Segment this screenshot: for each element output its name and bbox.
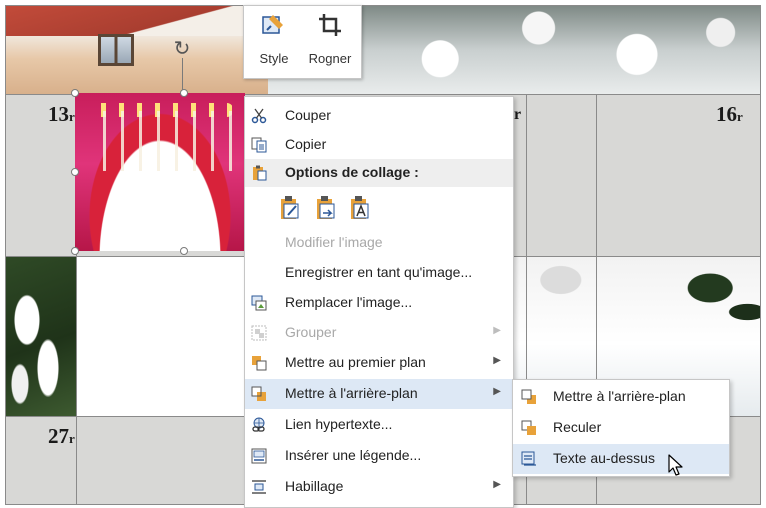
menu-item-save-as-image[interactable]: Enregistrer en tant qu'image...	[245, 258, 513, 288]
submenu-item-label: Texte au-dessus	[553, 450, 655, 466]
window-decoration	[98, 34, 134, 66]
menu-item-label: Copier	[285, 136, 327, 152]
style-label: Style	[259, 51, 289, 66]
submenu-item-behind-text[interactable]: Texte au-dessus	[513, 444, 729, 474]
candles-decoration	[95, 111, 235, 171]
resize-handle[interactable]	[180, 89, 188, 97]
resize-handle[interactable]	[71, 89, 79, 97]
menu-item-bring-to-front[interactable]: Mettre au premier plan ▶	[245, 348, 513, 378]
menu-item-label: Modifier l'image	[285, 234, 383, 250]
send-to-back-icon	[521, 389, 536, 404]
submenu-arrow-icon: ▶	[493, 325, 501, 336]
menu-item-label: Lien hypertexte...	[285, 416, 393, 432]
submenu-item-send-backward[interactable]: Reculer	[513, 413, 729, 443]
context-menu: Couper Copier Options de collage : Modif…	[244, 96, 514, 508]
paste-options-row	[279, 193, 399, 225]
menu-item-send-to-back[interactable]: Mettre à l'arrière-plan ▶	[245, 379, 513, 409]
crop-label: Rogner	[308, 51, 352, 66]
menu-item-label: Mettre à l'arrière-plan	[285, 385, 418, 401]
menu-item-label: Grouper	[285, 324, 337, 340]
crop-button[interactable]: Rogner	[302, 6, 358, 78]
submenu-item-send-to-back[interactable]: Mettre à l'arrière-plan	[513, 382, 729, 412]
paste-text-only-icon[interactable]	[349, 195, 371, 221]
picture-mini-toolbar: Style Rogner	[243, 5, 362, 79]
menu-item-label: Enregistrer en tant qu'image...	[285, 264, 473, 280]
caption-icon	[251, 448, 267, 464]
resize-handle[interactable]	[71, 247, 79, 255]
scissors-icon	[251, 108, 267, 124]
day-number: 16r	[716, 102, 743, 126]
wrap-text-icon	[252, 480, 266, 494]
style-button[interactable]: Style	[246, 6, 302, 78]
menu-item-insert-caption[interactable]: Insérer une légende...	[245, 441, 513, 471]
day-number-partial: r	[514, 106, 522, 123]
submenu-arrow-icon: ▶	[493, 386, 501, 397]
menu-item-label: Couper	[285, 107, 331, 123]
day-number: 13r	[48, 102, 75, 126]
menu-item-label: Insérer une légende...	[285, 447, 422, 463]
roof-decoration	[6, 6, 268, 36]
replace-image-icon	[251, 295, 267, 311]
paste-options-label: Options de collage :	[285, 164, 419, 180]
picture-style-icon	[262, 15, 283, 34]
copy-icon	[251, 137, 267, 153]
send-to-back-icon	[251, 386, 266, 401]
resize-handle[interactable]	[71, 168, 79, 176]
birthday-cake-image[interactable]	[75, 93, 245, 251]
menu-item-group: Grouper ▶	[245, 318, 513, 348]
send-to-back-submenu: Mettre à l'arrière-plan Reculer Texte au…	[512, 379, 730, 477]
bring-to-front-icon	[252, 356, 267, 371]
submenu-item-label: Reculer	[553, 419, 602, 435]
behind-text-icon	[521, 451, 536, 466]
submenu-arrow-icon: ▶	[493, 355, 501, 366]
submenu-item-label: Mettre à l'arrière-plan	[553, 388, 686, 404]
paste-keep-formatting-icon[interactable]	[279, 195, 301, 221]
house-photo	[6, 6, 268, 94]
menu-item-replace-image[interactable]: Remplacer l'image...	[245, 288, 513, 318]
menu-item-copy[interactable]: Copier	[245, 130, 513, 160]
menu-item-edit-image: Modifier l'image	[245, 228, 513, 258]
day-number: 27r	[48, 424, 75, 448]
group-icon	[251, 325, 267, 341]
calendar-photo-row	[6, 6, 760, 94]
mouse-pointer-icon	[668, 454, 683, 476]
crop-icon	[319, 14, 341, 36]
rotate-handle-icon[interactable]: ↻	[171, 38, 193, 60]
menu-item-label: Remplacer l'image...	[285, 294, 413, 310]
rotate-handle-stem	[182, 58, 183, 92]
paste-icon	[253, 165, 267, 181]
menu-item-hyperlink[interactable]: Lien hypertexte...	[245, 410, 513, 440]
menu-item-cut[interactable]: Couper	[245, 101, 513, 131]
paste-merge-icon[interactable]	[315, 195, 337, 221]
menu-item-label: Habillage	[285, 478, 344, 494]
submenu-arrow-icon: ▶	[493, 479, 501, 490]
menu-item-wrap-text[interactable]: Habillage ▶	[245, 472, 513, 502]
hyperlink-icon	[252, 417, 265, 432]
paste-options-header: Options de collage :	[245, 159, 513, 187]
snowy-tree-photo	[6, 256, 76, 416]
menu-item-label: Mettre au premier plan	[285, 354, 426, 370]
resize-handle[interactable]	[180, 247, 188, 255]
send-backward-icon	[521, 420, 536, 435]
